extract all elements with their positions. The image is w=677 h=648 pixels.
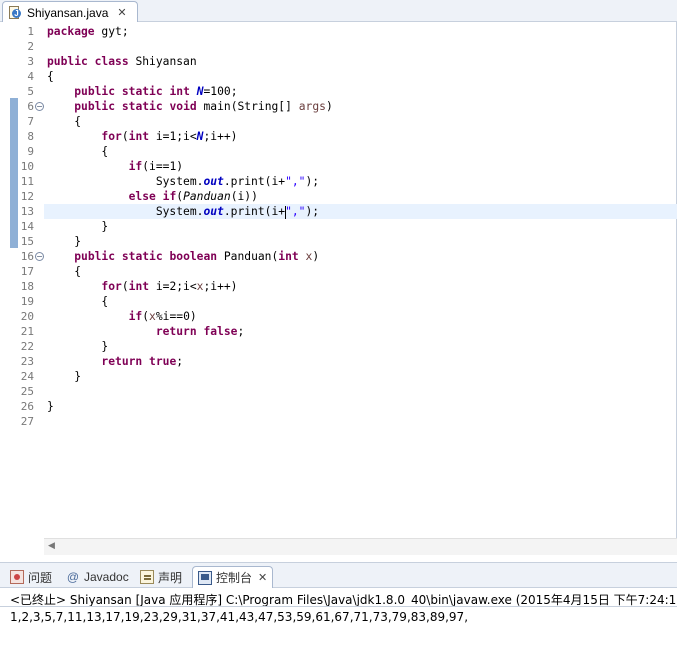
line-number: 25: [20, 385, 34, 398]
line-number: 27: [20, 415, 34, 428]
tab-javadoc-label: Javadoc: [84, 570, 129, 584]
line-number: 15: [20, 235, 34, 248]
console-icon: [198, 570, 212, 585]
code-line: package gyt;: [47, 25, 129, 38]
line-number: 4: [27, 70, 34, 83]
line-number: 10: [20, 160, 34, 173]
line-number: 23: [20, 355, 34, 368]
line-number: 26: [20, 400, 34, 413]
line-number: 19: [20, 295, 34, 308]
line-number: 7: [27, 115, 34, 128]
line-number: 8: [27, 130, 34, 143]
line-number: 24: [20, 370, 34, 383]
declaration-icon: [140, 570, 154, 584]
fold-toggle-icon[interactable]: −: [35, 102, 44, 111]
tab-problems-label: 问题: [28, 570, 53, 585]
line-number: 22: [20, 340, 34, 353]
code-line: public static boolean Panduan(int x): [74, 250, 320, 263]
console-output[interactable]: 1,2,3,5,7,11,13,17,19,23,29,31,37,41,43,…: [10, 610, 468, 624]
java-file-icon: J: [7, 5, 23, 21]
left-ruler: [0, 22, 8, 555]
line-number: 17: [20, 265, 34, 278]
tab-console[interactable]: 控制台 ✕: [192, 566, 274, 588]
code-line: System.out.print(i+",");: [47, 205, 320, 219]
code-editor[interactable]: 1 2 3 4 5 6−7 8 9 10 11 12 13 14 15 16−17 18 19 20 21 22 23 2…: [0, 22, 677, 555]
bottom-panel-tabs: 问题 @ Javadoc 声明 控制台 ✕: [0, 562, 677, 588]
line-number: 6: [27, 100, 34, 113]
code-line: if(i==1): [128, 160, 184, 173]
divider: [0, 606, 677, 607]
code-line: }: [47, 235, 82, 248]
tab-problems[interactable]: 问题: [10, 566, 52, 588]
at-sign-icon: @: [66, 570, 80, 584]
code-line: {: [47, 70, 54, 83]
code-line: }: [47, 370, 82, 383]
code-line: }: [47, 220, 109, 233]
scroll-left-icon[interactable]: ◀: [48, 541, 55, 551]
console-view[interactable]: <已终止> Shiyansan [Java 应用程序] C:\Program F…: [0, 588, 677, 648]
tab-javadoc[interactable]: @ Javadoc: [66, 566, 129, 588]
problems-icon: [10, 570, 24, 584]
line-number: 1: [27, 25, 34, 38]
line-number: 13: [20, 205, 34, 218]
code-line: else if(Panduan(i)): [128, 190, 258, 203]
code-line: public class Shiyansan: [47, 55, 197, 68]
line-number: 9: [27, 145, 34, 158]
code-line: return true;: [101, 355, 184, 368]
code-line: return false;: [155, 325, 245, 338]
code-line: }: [47, 340, 109, 353]
line-number: 16: [20, 250, 34, 263]
line-number: 20: [20, 310, 34, 323]
line-number: 14: [20, 220, 34, 233]
code-line: for(int i=2;i<x;i++): [101, 280, 238, 293]
tab-declaration[interactable]: 声明: [140, 566, 182, 588]
editor-tab-bar: J Shiyansan.java ✕: [0, 0, 677, 23]
editor-tab-shiyansan[interactable]: J Shiyansan.java ✕: [2, 1, 138, 23]
fold-toggle-icon[interactable]: −: [35, 252, 44, 261]
line-number: 2: [27, 40, 34, 53]
code-line: }: [47, 400, 54, 413]
line-number: 21: [20, 325, 34, 338]
line-number: 12: [20, 190, 34, 203]
editor-tab-label: Shiyansan.java: [27, 5, 109, 20]
code-line: {: [47, 145, 109, 158]
line-number: 5: [27, 85, 34, 98]
code-line: public static int N=100;: [74, 85, 238, 98]
line-number-gutter: 1 2 3 4 5 6−7 8 9 10 11 12 13 14 15 16−17 18 19 20 21 22 23 2…: [18, 22, 44, 555]
close-icon[interactable]: ✕: [258, 571, 267, 584]
code-line: {: [47, 295, 109, 308]
code-line: for(int i=1;i<N;i++): [101, 130, 238, 143]
code-area[interactable]: package gyt; public class Shiyansan { pu…: [44, 22, 677, 555]
code-line: System.out.print(i+",");: [47, 175, 320, 188]
close-icon[interactable]: ✕: [117, 6, 126, 19]
horizontal-scrollbar[interactable]: ◀: [44, 538, 677, 555]
code-line: public static void main(String[] args): [74, 100, 333, 113]
code-line: {: [47, 265, 82, 278]
code-line: if(x%i==0): [128, 310, 197, 323]
line-number: 11: [20, 175, 34, 188]
change-indicator: [10, 98, 18, 248]
code-line: {: [47, 115, 82, 128]
tab-declaration-label: 声明: [158, 570, 183, 585]
tab-console-label: 控制台: [216, 571, 253, 585]
line-number: 18: [20, 280, 34, 293]
line-number: 3: [27, 55, 34, 68]
